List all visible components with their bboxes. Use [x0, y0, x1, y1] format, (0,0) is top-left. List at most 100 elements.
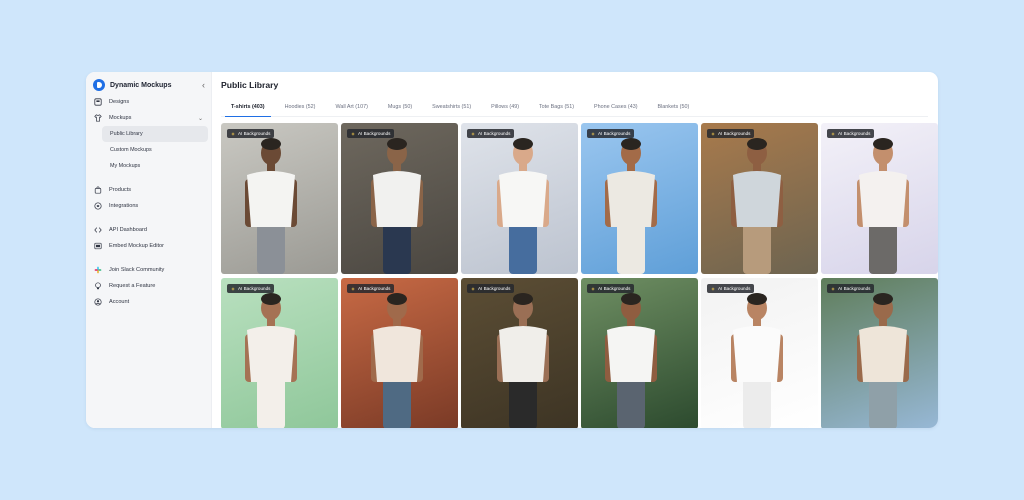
mockup-card[interactable]: AI Backgrounds	[581, 278, 698, 428]
sidebar-item-products[interactable]: Products	[86, 182, 211, 198]
sparkle-icon	[351, 131, 355, 136]
tab-mugs[interactable]: Mugs (50)	[378, 100, 422, 116]
sparkle-icon	[471, 286, 475, 291]
badge-label: AI Backgrounds	[598, 131, 631, 136]
tab-wall-art[interactable]: Wall Art (107)	[325, 100, 377, 116]
sidebar-item-embed-mockup-editor[interactable]: Embed Mockup Editor	[86, 238, 211, 254]
sidebar-item-label: Embed Mockup Editor	[109, 243, 165, 249]
sidebar-item-request-feature[interactable]: Request a Feature	[86, 278, 211, 294]
badge-label: AI Backgrounds	[598, 286, 631, 291]
collapse-sidebar-icon[interactable]: ‹	[202, 80, 205, 90]
tab-phone-cases[interactable]: Phone Cases (43)	[584, 100, 647, 116]
sidebar-subitem-my-mockups[interactable]: My Mockups	[102, 158, 208, 174]
sidebar-item-account[interactable]: Account	[86, 294, 211, 310]
model-photo	[731, 293, 783, 428]
badge-label: AI Backgrounds	[358, 131, 391, 136]
plug-icon	[94, 202, 102, 210]
model-photo	[371, 293, 423, 428]
badge-label: AI Backgrounds	[478, 131, 511, 136]
mockup-grid: AI Backgrounds AI Backgrounds AI Backgroun…	[221, 123, 938, 428]
sidebar-item-label: Products	[109, 187, 132, 193]
shirt-icon	[94, 114, 102, 122]
sidebar-item-mockups[interactable]: Mockups ⌄	[86, 110, 211, 126]
ai-backgrounds-badge: AI Backgrounds	[707, 129, 755, 138]
sidebar-nav: Designs Mockups ⌄ Public Library Custom …	[86, 94, 211, 310]
brand-name: Dynamic Mockups	[110, 81, 172, 89]
mockup-card[interactable]: AI Backgrounds	[221, 123, 338, 274]
page-title: Public Library	[221, 80, 279, 90]
designs-icon	[94, 98, 102, 106]
sidebar-subitem-public-library[interactable]: Public Library	[102, 126, 208, 142]
ai-backgrounds-badge: AI Backgrounds	[347, 284, 395, 293]
sparkle-icon	[831, 286, 835, 291]
model-photo	[497, 138, 549, 274]
model-photo	[731, 138, 783, 274]
sidebar-item-label: Mockups	[109, 115, 132, 121]
model-photo	[245, 138, 297, 274]
ai-backgrounds-badge: AI Backgrounds	[707, 284, 755, 293]
sidebar-item-join-slack[interactable]: Join Slack Community	[86, 262, 211, 278]
model-photo	[245, 293, 297, 428]
sparkle-icon	[711, 286, 715, 291]
tab-tshirts[interactable]: T-shirts (403)	[221, 100, 275, 117]
app-window: Dynamic Mockups ‹ Designs Mockups ⌄ Publ…	[86, 72, 938, 428]
mockup-card[interactable]: AI Backgrounds	[341, 123, 458, 274]
mockup-card[interactable]: AI Backgrounds	[461, 123, 578, 274]
sidebar-item-label: Request a Feature	[109, 283, 156, 289]
model-photo	[857, 293, 909, 428]
sparkle-icon	[831, 131, 835, 136]
sidebar-item-label: Account	[109, 299, 130, 305]
badge-label: AI Backgrounds	[478, 286, 511, 291]
badge-label: AI Backgrounds	[238, 286, 271, 291]
lightbulb-icon	[94, 282, 102, 290]
sparkle-icon	[711, 131, 715, 136]
tab-pillows[interactable]: Pillows (49)	[481, 100, 529, 116]
embed-icon	[94, 242, 102, 250]
sidebar-item-designs[interactable]: Designs	[86, 94, 211, 110]
brand: Dynamic Mockups ‹	[93, 76, 205, 94]
tab-hoodies[interactable]: Hoodies (52)	[275, 100, 326, 116]
dynamic-mockups-logo-icon	[93, 79, 105, 91]
sparkle-icon	[351, 286, 355, 291]
ai-backgrounds-badge: AI Backgrounds	[227, 284, 275, 293]
badge-label: AI Backgrounds	[718, 131, 751, 136]
chevron-down-icon[interactable]: ⌄	[198, 115, 203, 122]
mockup-card[interactable]: AI Backgrounds	[461, 278, 578, 428]
sidebar-item-api-dashboard[interactable]: API Dashboard	[86, 222, 211, 238]
ai-backgrounds-badge: AI Backgrounds	[347, 129, 395, 138]
mockup-card[interactable]: AI Backgrounds	[221, 278, 338, 428]
mockup-card[interactable]: AI Backgrounds	[341, 278, 458, 428]
ai-backgrounds-badge: AI Backgrounds	[587, 129, 635, 138]
badge-label: AI Backgrounds	[838, 131, 871, 136]
model-photo	[605, 293, 657, 428]
sidebar: Dynamic Mockups ‹ Designs Mockups ⌄ Publ…	[86, 72, 212, 428]
sidebar-item-integrations[interactable]: Integrations	[86, 198, 211, 214]
tab-sweatshirts[interactable]: Sweatshirts (51)	[422, 100, 481, 116]
sparkle-icon	[231, 286, 235, 291]
sidebar-item-label: API Dashboard	[109, 227, 147, 233]
sidebar-subitem-custom-mockups[interactable]: Custom Mockups	[102, 142, 208, 158]
sparkle-icon	[471, 131, 475, 136]
mockup-card[interactable]: AI Backgrounds	[701, 278, 818, 428]
bag-icon	[94, 186, 102, 194]
ai-backgrounds-badge: AI Backgrounds	[467, 284, 515, 293]
model-photo	[857, 138, 909, 274]
mockup-card[interactable]: AI Backgrounds	[581, 123, 698, 274]
tab-blankets[interactable]: Blankets (50)	[648, 100, 700, 116]
sidebar-item-label: Integrations	[109, 203, 139, 209]
sidebar-item-label: Join Slack Community	[109, 267, 165, 273]
mockup-card[interactable]: AI Backgrounds	[701, 123, 818, 274]
ai-backgrounds-badge: AI Backgrounds	[227, 129, 275, 138]
tab-tote-bags[interactable]: Tote Bags (51)	[529, 100, 584, 116]
ai-backgrounds-badge: AI Backgrounds	[587, 284, 635, 293]
ai-backgrounds-badge: AI Backgrounds	[827, 284, 875, 293]
mockup-card[interactable]: AI Backgrounds	[821, 123, 938, 274]
sparkle-icon	[591, 286, 595, 291]
badge-label: AI Backgrounds	[358, 286, 391, 291]
ai-backgrounds-badge: AI Backgrounds	[827, 129, 875, 138]
badge-label: AI Backgrounds	[238, 131, 271, 136]
mockup-card[interactable]: AI Backgrounds	[821, 278, 938, 428]
code-icon	[94, 226, 102, 234]
ai-backgrounds-badge: AI Backgrounds	[467, 129, 515, 138]
slack-icon	[94, 266, 102, 274]
